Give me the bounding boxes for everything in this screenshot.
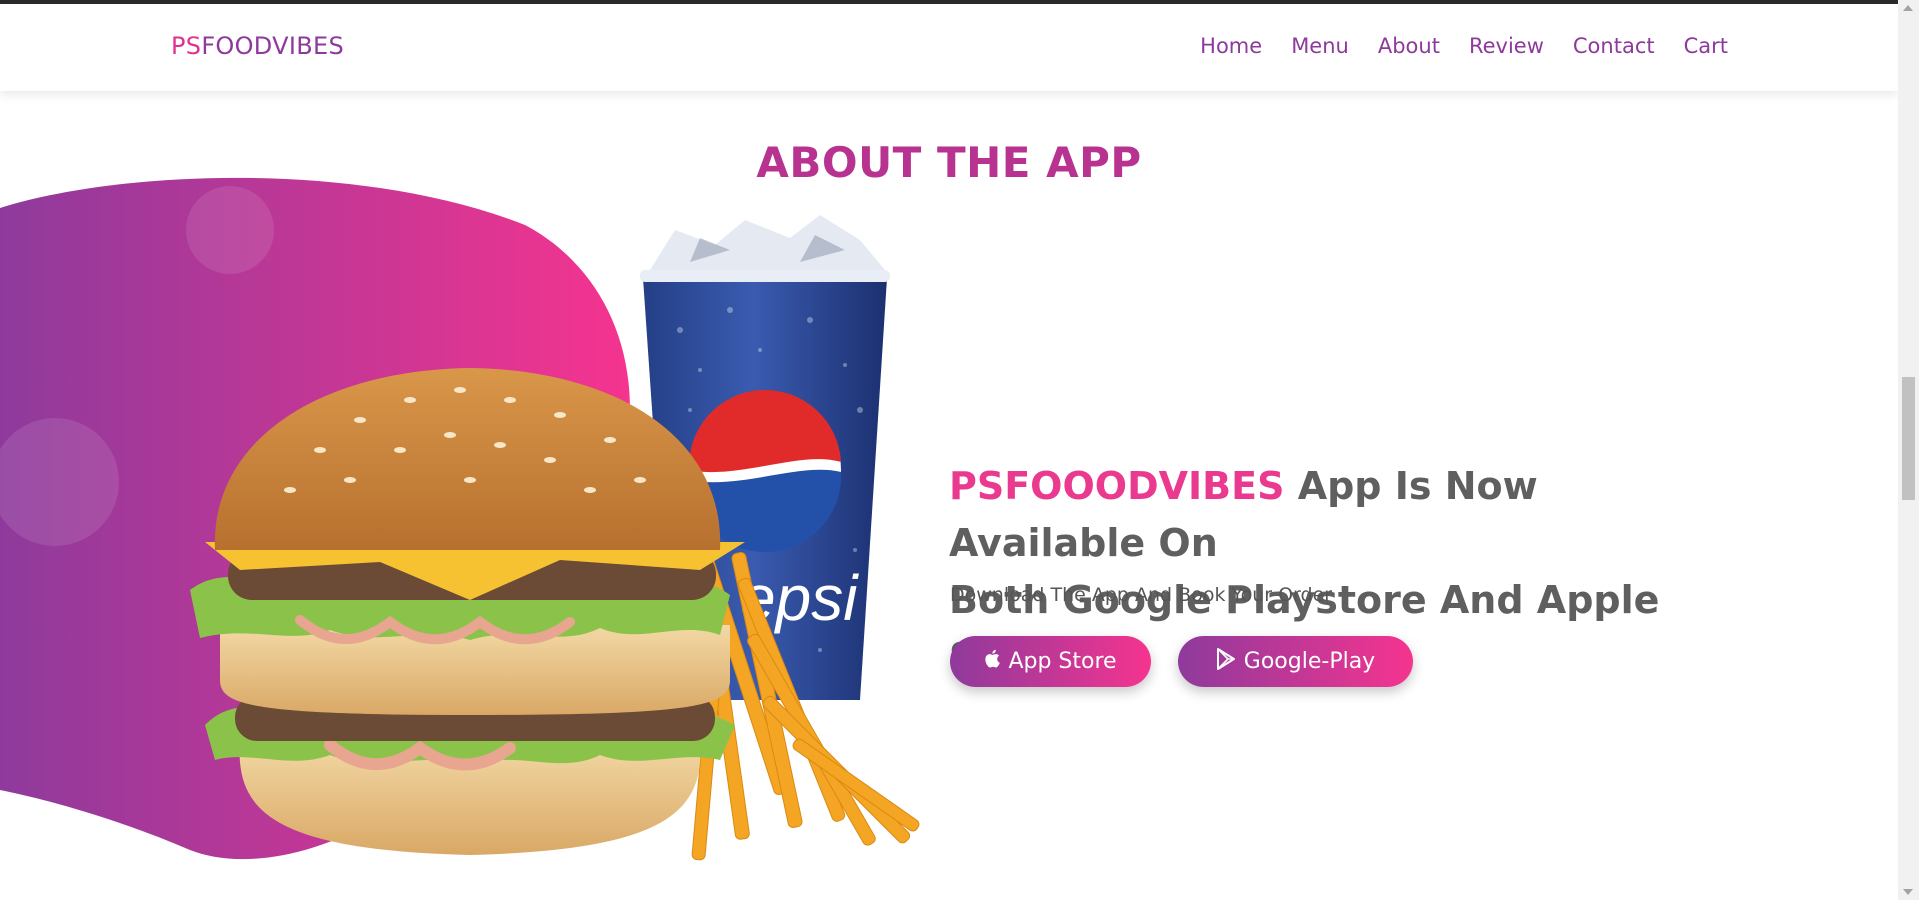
nav-cart-link[interactable]: Cart (1684, 34, 1728, 58)
download-subtitle: Download The App And Book Your Order (950, 584, 1333, 606)
nav-menu: Home Menu About Review Contact Cart (1171, 34, 1728, 58)
navbar: PSFOODVIBES Home Menu About Review Conta… (0, 4, 1898, 91)
burger-image (190, 368, 745, 855)
app-store-button[interactable]: App Store (950, 636, 1151, 687)
nav-contact-link[interactable]: Contact (1573, 34, 1655, 58)
apple-icon (984, 649, 1001, 674)
scroll-down-arrow-icon[interactable] (1903, 889, 1913, 895)
hero-illustration: epsi (0, 177, 920, 861)
nav-home-link[interactable]: Home (1200, 34, 1262, 58)
nav-menu-link[interactable]: Menu (1291, 34, 1349, 58)
page-scrollbar[interactable] (1898, 0, 1919, 900)
brand-logo[interactable]: PSFOODVIBES (171, 32, 344, 60)
logo-prefix: PS (171, 32, 202, 60)
logo-rest: FOODVIBES (201, 32, 345, 60)
headline-brand: PSFOOODVIBES (949, 464, 1285, 508)
nav-review-link[interactable]: Review (1469, 34, 1544, 58)
google-play-label: Google-Play (1243, 649, 1376, 674)
google-play-button[interactable]: Google-Play (1178, 636, 1413, 687)
app-store-label: App Store (1008, 649, 1117, 674)
blob-bubble (186, 186, 274, 274)
google-play-icon (1216, 647, 1236, 676)
scrollbar-thumb[interactable] (1902, 377, 1915, 500)
scroll-up-arrow-icon[interactable] (1903, 5, 1913, 11)
nav-about-link[interactable]: About (1378, 34, 1440, 58)
